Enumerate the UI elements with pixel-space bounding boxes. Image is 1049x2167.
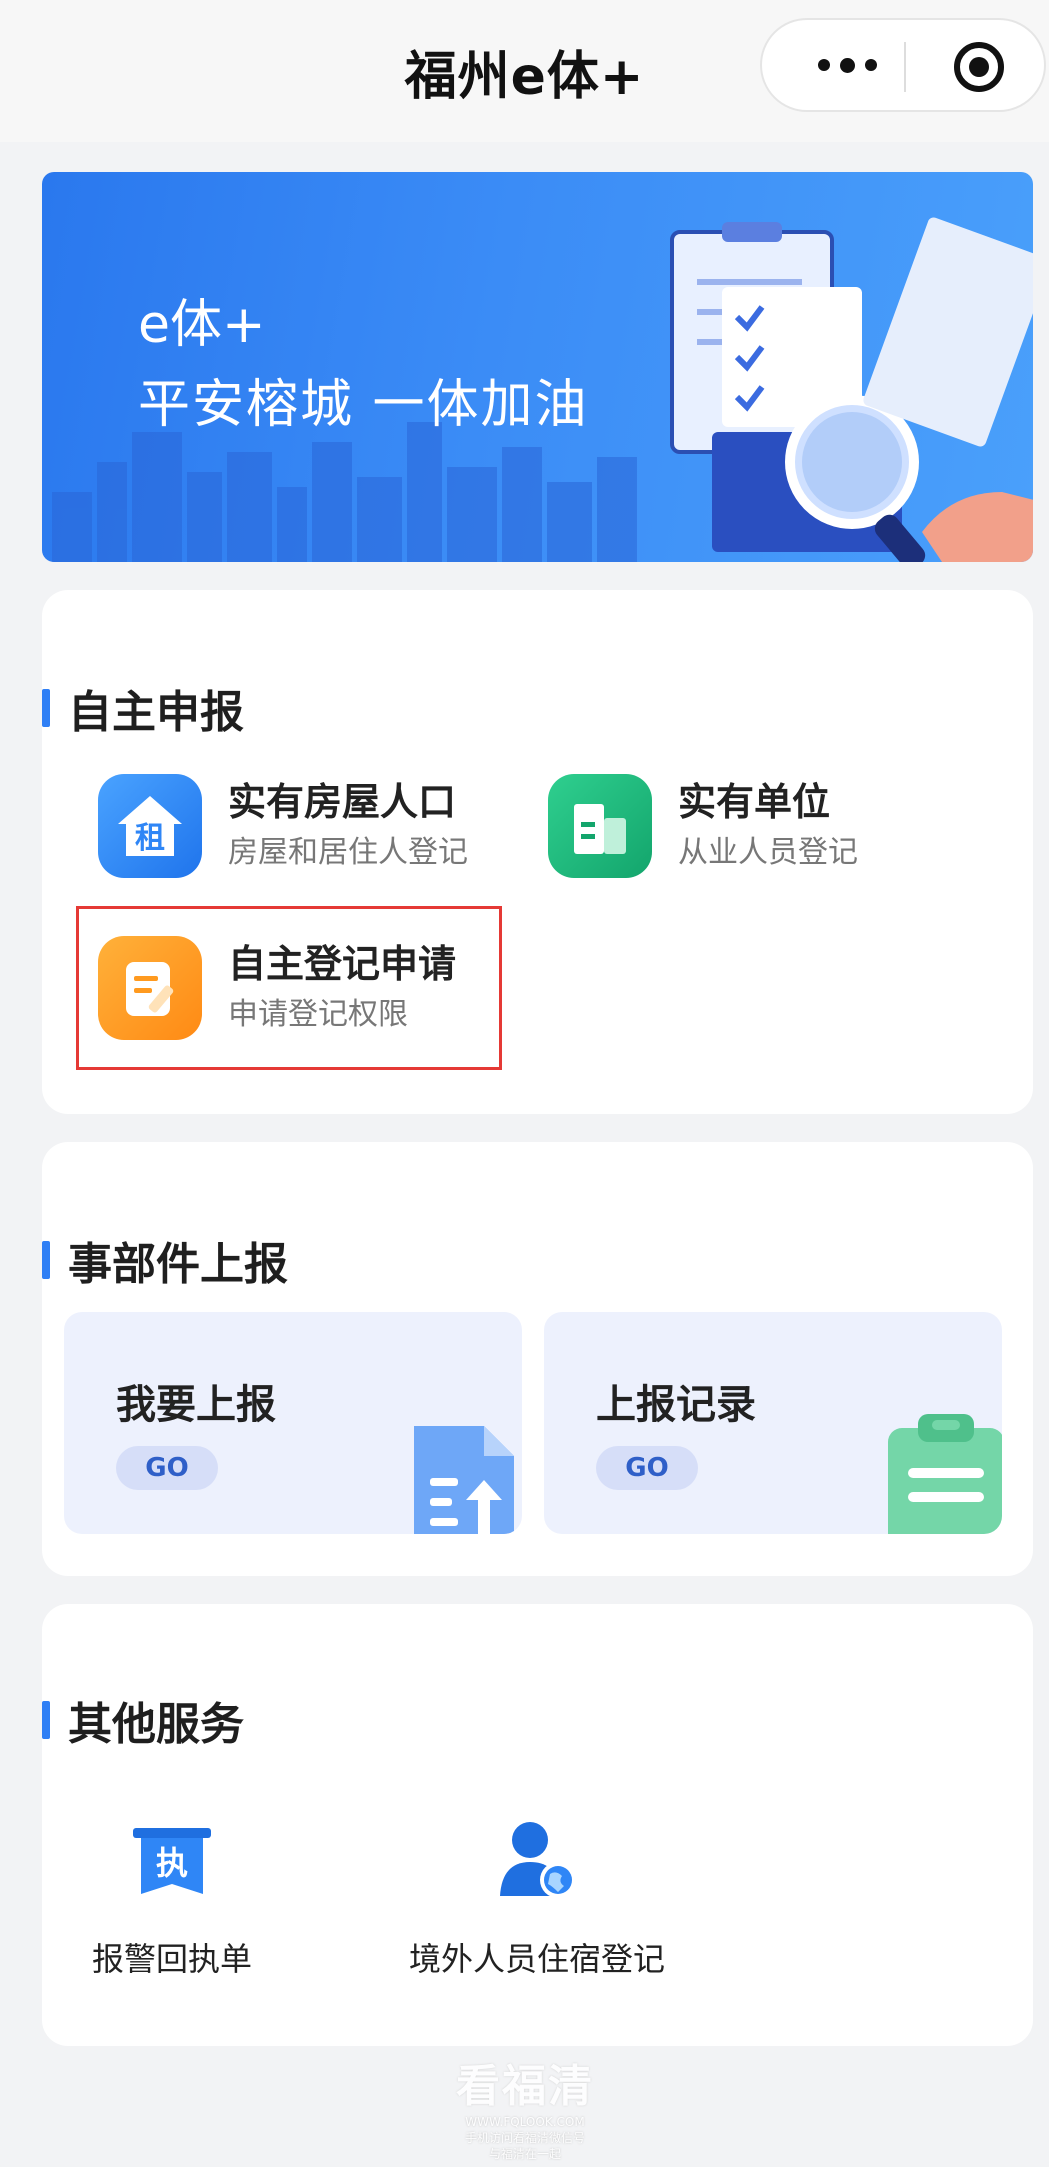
service-foreigner-registration[interactable]: 境外人员住宿登记 — [367, 1814, 707, 1980]
section-accent-bar — [42, 689, 50, 727]
svg-text:执: 执 — [156, 1844, 188, 1882]
clipboard-icon — [888, 1414, 1002, 1534]
nav-bar: 福州e体+ — [0, 0, 1049, 142]
other-services-card: 其他服务 执 报警回执单 境外人员住宿登记 — [42, 1604, 1033, 2046]
tile-title: 我要上报 — [116, 1382, 276, 1428]
promo-banner[interactable]: e体+ 平安榕城 一体加油 — [42, 172, 1033, 562]
section-accent-bar — [42, 1241, 50, 1279]
mini-program-capsule — [760, 18, 1046, 112]
self-report-card: 自主申报 租 实有房屋人口 房屋和居住人登记 实有单位 从业人员登记 自主登记申… — [42, 590, 1033, 1114]
service-desc: 从业人员登记 — [678, 835, 858, 870]
service-label: 境外人员住宿登记 — [408, 1940, 665, 1978]
section-accent-bar — [42, 1701, 50, 1739]
section-title: 其他服务 — [68, 1699, 244, 1750]
tile-title: 上报记录 — [596, 1382, 756, 1428]
section-title: 事部件上报 — [68, 1239, 288, 1290]
receipt-icon: 执 — [127, 1814, 217, 1904]
report-tile-records[interactable]: 上报记录 GO — [544, 1312, 1002, 1534]
go-button[interactable]: GO — [596, 1446, 698, 1490]
service-unit[interactable]: 实有单位 从业人员登记 — [548, 774, 858, 878]
service-name: 实有房屋人口 — [228, 780, 457, 824]
section-title: 自主申报 — [68, 687, 244, 738]
highlight-box — [76, 906, 502, 1070]
report-tile-submit[interactable]: 我要上报 GO — [64, 1312, 522, 1534]
section-header: 自主申报 — [42, 686, 244, 738]
foreigner-globe-icon — [492, 1814, 582, 1904]
rent-house-icon: 租 — [98, 774, 202, 878]
banner-title: e体+ — [138, 295, 266, 355]
document-magnifier-illustration-icon — [670, 217, 1033, 562]
upload-document-icon — [414, 1426, 514, 1534]
close-target-icon[interactable] — [954, 42, 1004, 92]
section-header: 其他服务 — [42, 1698, 244, 1750]
service-label: 报警回执单 — [92, 1940, 253, 1978]
go-button[interactable]: GO — [116, 1446, 218, 1490]
service-housing-population[interactable]: 租 实有房屋人口 房屋和居住人登记 — [98, 774, 468, 878]
service-name: 实有单位 — [678, 780, 831, 824]
banner-subtitle: 平安榕城 一体加油 — [138, 375, 589, 435]
service-alarm-receipt[interactable]: 执 报警回执单 — [92, 1814, 252, 1980]
service-desc: 房屋和居住人登记 — [228, 835, 468, 870]
svg-text:租: 租 — [135, 821, 165, 856]
watermark-logo: 看福清 WWW.FQLOOK.COM 手机访问看福清微信号 与福清在一起 — [456, 2061, 594, 2161]
incident-report-card: 事部件上报 我要上报 GO 上报记录 GO — [42, 1142, 1033, 1576]
more-options-icon[interactable] — [802, 20, 892, 110]
building-icon — [548, 774, 652, 878]
capsule-divider — [904, 42, 906, 92]
section-header: 事部件上报 — [42, 1238, 288, 1290]
